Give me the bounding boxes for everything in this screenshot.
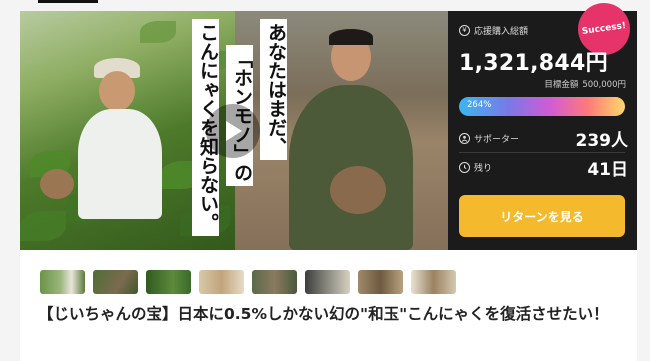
remaining-label: 残り	[474, 164, 493, 174]
thumbnail-8[interactable]	[411, 270, 456, 294]
thumbnail-6[interactable]	[305, 270, 350, 294]
target-label: 目標金額	[544, 80, 579, 90]
thumbnail-2[interactable]	[93, 270, 138, 294]
funding-progress-bar: 264%	[459, 97, 625, 116]
clock-icon	[459, 162, 470, 173]
hero-copy-line-1: あなたはまだ、	[260, 19, 287, 160]
supporters-value: 239人	[575, 131, 629, 151]
header-edge	[38, 0, 98, 3]
media-thumbnails	[40, 270, 456, 294]
thumbnail-1[interactable]	[40, 270, 85, 294]
person-icon	[459, 133, 470, 144]
funding-amount: 1,321,844円	[459, 51, 608, 76]
yen-icon: ¥	[459, 25, 470, 36]
project-title: 【じいちゃんの宝】日本に0.5%しかない幻の"和玉"こんにゃくを復活させたい！	[38, 305, 609, 323]
supporters-row: サポーター	[459, 132, 519, 145]
play-icon	[226, 121, 242, 141]
amount-label: 応援購入総額	[474, 27, 529, 37]
amount-label-row: ¥ 応援購入総額	[459, 24, 528, 37]
supporters-label: サポーター	[474, 135, 520, 145]
thumbnail-5[interactable]	[252, 270, 297, 294]
project-video[interactable]: あなたはまだ、 「ホンモノ」の こんにゃくを知らない。	[20, 11, 448, 250]
view-returns-button[interactable]: リターンを見る	[459, 195, 625, 237]
remaining-row: 残り	[459, 161, 492, 174]
stats-divider-1	[459, 152, 625, 153]
target-amount: 目標金額 500,000円	[544, 78, 626, 90]
thumbnail-4[interactable]	[199, 270, 244, 294]
play-button[interactable]	[206, 104, 260, 158]
remaining-value: 41日	[587, 160, 628, 180]
thumbnail-7[interactable]	[358, 270, 403, 294]
thumbnail-3[interactable]	[146, 270, 191, 294]
target-value: 500,000円	[582, 80, 626, 90]
progress-percent: 264%	[467, 100, 492, 110]
